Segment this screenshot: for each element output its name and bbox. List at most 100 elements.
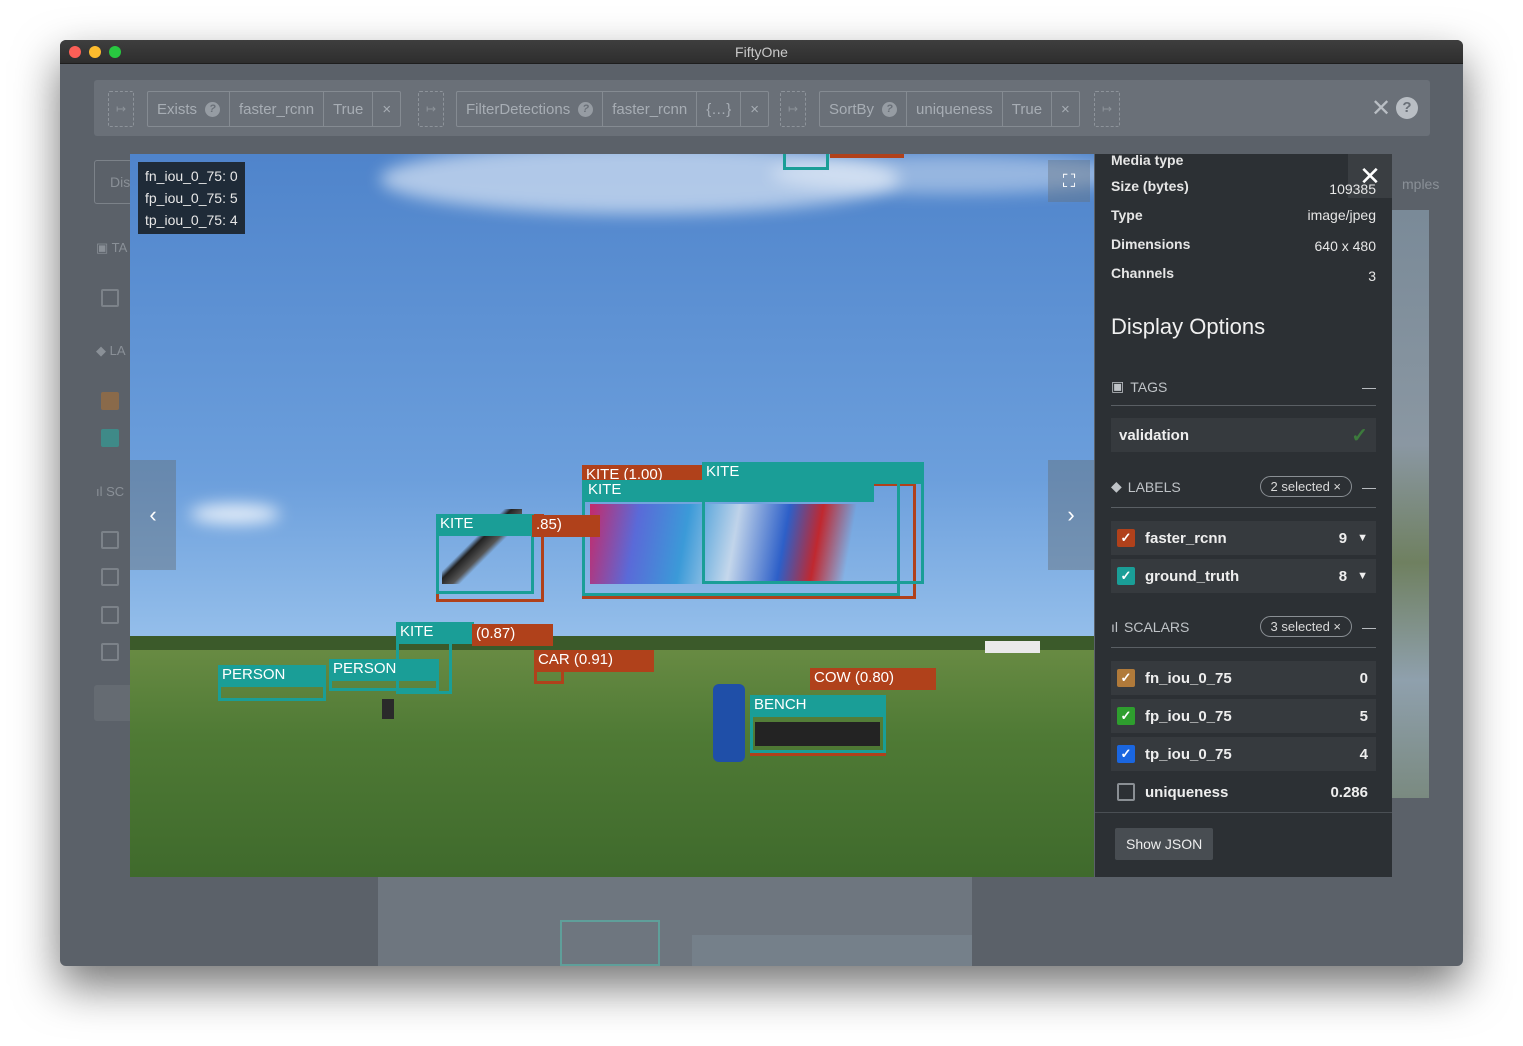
tags-header-fragment: ▣ TA [96,240,128,255]
scalar-item-fn-iou[interactable]: ✓ fn_iou_0_75 0 [1111,661,1376,695]
detection-label: KITE [584,480,874,502]
metadata-row: Channels 3 [1111,265,1376,284]
blue-barrel [713,684,745,762]
detection-label: COW (0.80) [810,668,936,690]
show-json-button[interactable]: Show JSON [1115,828,1214,860]
label-icon: ◆ [1111,478,1122,494]
window-title: FiftyOne [735,44,788,60]
collapse-icon[interactable]: — [1362,619,1376,635]
checkbox[interactable]: ✓ [1117,567,1135,585]
metadata-row: Media type [1111,152,1184,168]
labels-section-header: ◆ LABELS 2 selected × — [1111,476,1376,508]
label-item-faster-rcnn[interactable]: ✓ faster_rcnn 9 ▼ [1111,521,1376,555]
previous-sample-button[interactable]: ‹ [130,460,176,570]
checkbox[interactable] [101,606,119,624]
collapse-icon[interactable]: — [1362,479,1376,495]
scalar-item-tp-iou[interactable]: ✓ tp_iou_0_75 4 [1111,737,1376,771]
labels-selected-pill[interactable]: 2 selected × [1259,476,1352,497]
stage-arg[interactable]: True [1003,92,1053,126]
tree-line [130,636,1094,650]
remove-stage-icon[interactable]: × [741,92,768,126]
display-options-title: Display Options [1111,314,1266,339]
stage-arg[interactable]: True [324,92,374,126]
stage-name: Exists? [148,92,231,126]
collapse-icon[interactable]: — [1362,379,1376,395]
remove-stage-icon[interactable]: × [373,92,400,126]
label-item-ground-truth[interactable]: ✓ ground_truth 8 ▼ [1111,559,1376,593]
checkbox[interactable] [101,531,119,549]
stage-arg[interactable]: {…} [697,92,742,126]
app-window: FiftyOne ↦ Exists? faster_rcnn True × ↦ … [60,40,1463,966]
detection-label: CAR (0.91) [534,650,654,672]
help-icon[interactable]: ? [882,101,898,117]
help-icon[interactable]: ? [578,101,594,117]
checkbox[interactable]: ✓ [1117,529,1135,547]
scalar-item-fp-iou[interactable]: ✓ fp_iou_0_75 5 [1111,699,1376,733]
image-icon: ▣ [1111,378,1125,394]
add-stage-arrow[interactable]: ↦ [108,91,134,127]
bar-chart-icon: ıl [1111,618,1118,635]
labels-header-fragment: ◆ LA [96,343,126,358]
chevron-down-icon[interactable]: ▼ [1357,532,1368,544]
fullscreen-icon[interactable]: ⛶ [1048,160,1090,202]
checkbox[interactable] [1117,783,1135,801]
checkbox[interactable] [101,568,119,586]
trash-can [382,699,394,719]
detection-label: (0.87) [472,624,553,646]
detection-label: PERSON [218,665,326,687]
checkbox[interactable] [101,429,119,447]
help-icon[interactable]: ? [1396,97,1418,119]
overlay-line: fp_iou_0_75: 5 [145,190,238,206]
title-bar: FiftyOne [60,40,1463,64]
sample-detail-panel: ✕ Media type Size (bytes) 109385 Type imag… [1095,152,1392,877]
cloud [190,504,280,524]
scalars-selected-pill[interactable]: 3 selected × [1259,616,1352,637]
checkbox[interactable] [101,392,119,410]
stage-arg[interactable]: faster_rcnn [603,92,698,126]
add-stage-arrow[interactable]: ↦ [418,91,444,127]
detection-box[interactable] [830,154,904,158]
overlay-line: fn_iou_0_75: 0 [145,168,238,184]
add-stage-arrow[interactable]: ↦ [780,91,806,127]
metadata-row: Size (bytes) 109385 [1111,178,1376,197]
overlay-line: tp_iou_0_75: 4 [145,212,238,228]
stage-name: SortBy? [820,92,908,126]
chevron-down-icon[interactable]: ▼ [1357,570,1368,582]
trailer [985,641,1040,653]
tags-section-header: ▣ TAGS — [1111,378,1376,406]
clear-view-icon[interactable]: ✕ [1371,94,1391,123]
metadata-row: Dimensions 640 x 480 [1111,236,1376,254]
checkbox[interactable] [101,289,119,307]
metadata-row: Type image/jpeg [1111,207,1376,223]
detection-label: KITE [436,514,532,536]
scalars-section-header: ıl SCALARS 3 selected × — [1111,616,1376,648]
scalar-overlay: fn_iou_0_75: 0 fp_iou_0_75: 5 tp_iou_0_7… [138,162,245,234]
scalars-header-fragment: ıl SC [96,484,125,499]
detection-label: .85) [532,515,600,537]
remove-stage-icon[interactable]: × [1052,92,1079,126]
checkbox[interactable]: ✓ [1117,669,1135,687]
stage-arg[interactable]: uniqueness [907,92,1003,126]
check-icon: ✓ [1351,424,1368,447]
detection-box[interactable] [783,154,829,170]
stage-exists[interactable]: Exists? faster_rcnn True × [147,91,402,127]
checkbox[interactable]: ✓ [1117,745,1135,763]
stage-sortby[interactable]: SortBy? uniqueness True × [819,91,1080,127]
stage-filterdetections[interactable]: FilterDetections? faster_rcnn {…} × [456,91,770,127]
help-icon[interactable]: ? [205,101,221,117]
sample-image: KITE (1.00) KITE KITE KITE .85) KITE (0.… [130,154,1094,877]
samples-count-fragment: mples [1402,176,1440,192]
tag-item[interactable]: validation ✓ [1111,418,1376,452]
stage-name: FilterDetections? [457,92,604,126]
detection-label: KITE [396,622,474,644]
stage-arg[interactable]: faster_rcnn [230,92,325,126]
checkbox[interactable]: ✓ [1117,707,1135,725]
scalar-item-uniqueness[interactable]: uniqueness 0.286 [1111,775,1376,809]
next-sample-button[interactable]: › [1048,460,1094,570]
checkbox[interactable] [101,643,119,661]
detection-label: BENCH [750,695,886,717]
add-stage-arrow[interactable]: ↦ [1094,91,1120,127]
view-bar: ↦ Exists? faster_rcnn True × ↦ FilterDet… [94,80,1430,136]
detection-label: PERSON [329,659,439,681]
display-button-fragment: Dis [110,174,131,190]
